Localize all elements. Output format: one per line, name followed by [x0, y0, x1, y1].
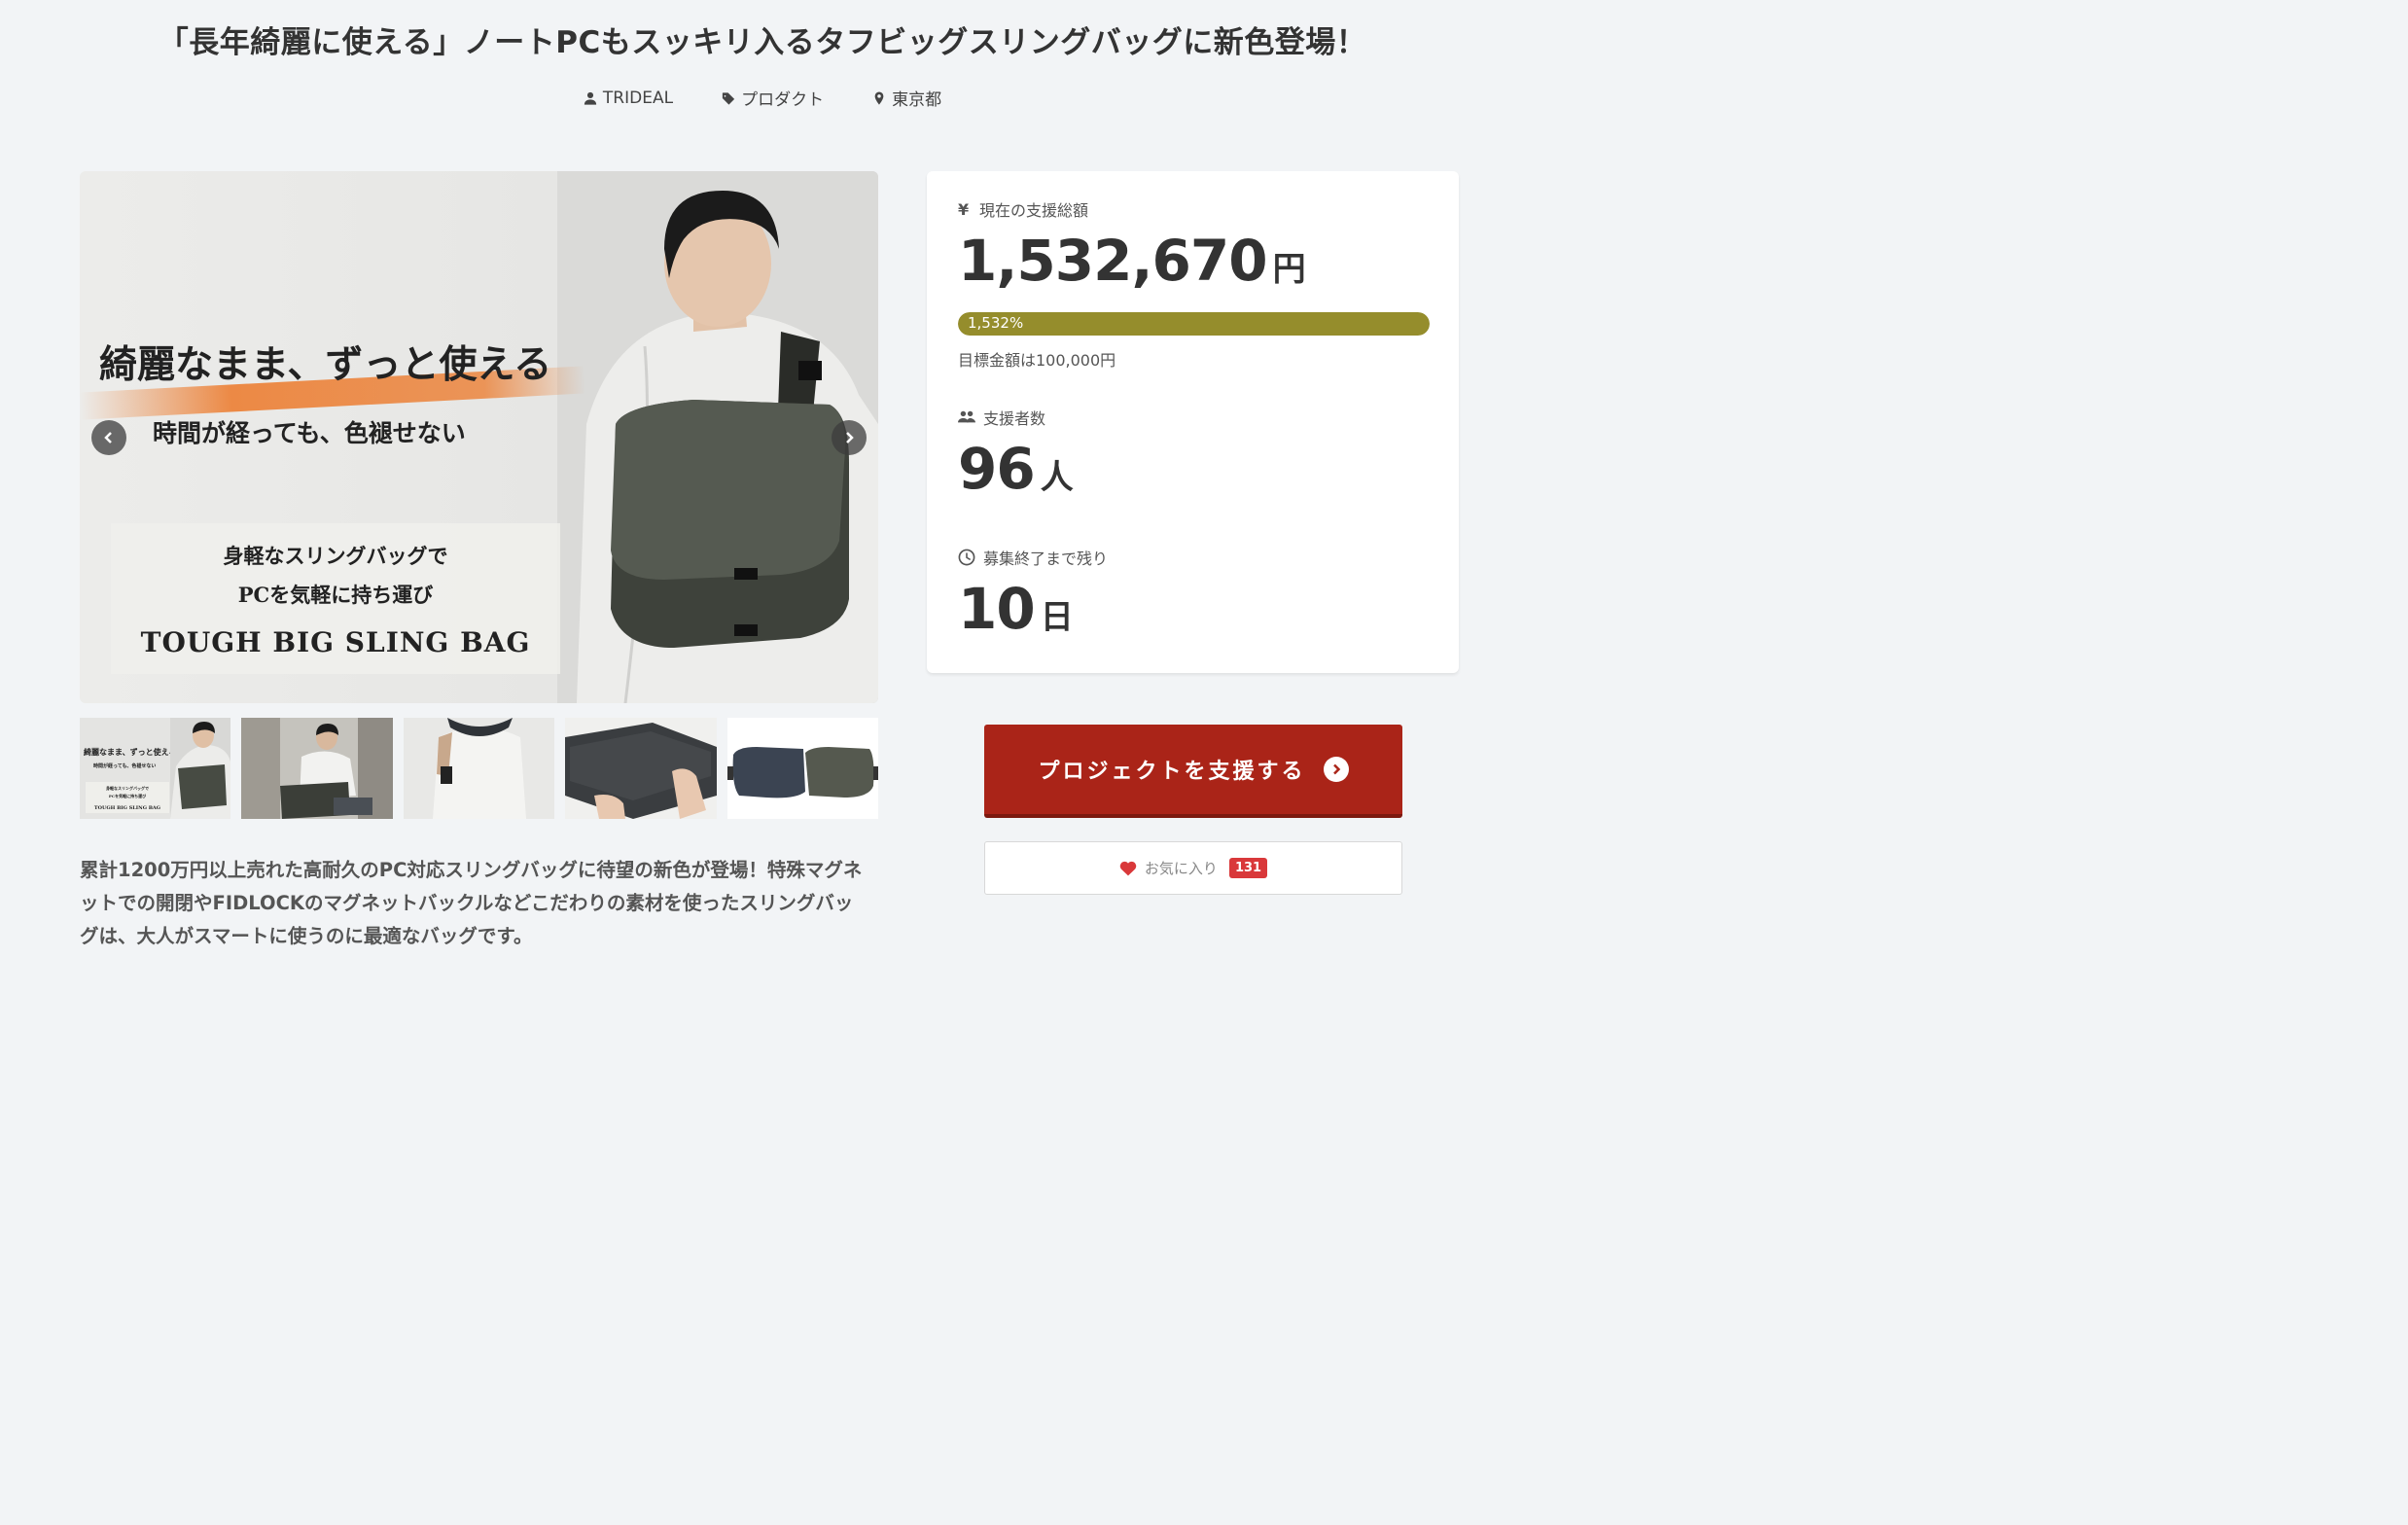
heart-icon: [1119, 861, 1137, 875]
amount-value: 1,532,670 円: [958, 228, 1306, 294]
owner-name: TRIDEAL: [602, 88, 674, 108]
thumbnail-3-model-wearing-bag-image: [403, 718, 555, 819]
location-pin-icon: [874, 90, 884, 105]
user-icon: [584, 91, 597, 105]
thumbnail-4[interactable]: [565, 718, 717, 819]
project-description: 累計1200万円以上売れた高耐久のPC対応スリングバッグに待望の新色が登場！特殊…: [80, 859, 863, 947]
funding-progress-fill: [958, 312, 1430, 336]
chevron-right-icon: [846, 432, 854, 443]
arrow-right-circle-icon: [1323, 757, 1349, 782]
remaining-label-text: 募集終了まで残り: [983, 550, 1109, 568]
thumbnail-1-caption-3: 身軽なスリングバッグで: [106, 786, 149, 791]
owner-link[interactable]: TRIDEAL: [584, 86, 673, 110]
thumbnail-1-model-illustration: [170, 718, 231, 819]
location-link[interactable]: 東京都: [872, 86, 941, 110]
supporters-unit: 人: [1040, 458, 1074, 497]
yen-icon: ¥: [958, 199, 970, 219]
support-button-label: プロジェクトを支援する: [1038, 760, 1306, 784]
thumbnail-2[interactable]: [241, 718, 393, 819]
remaining-value: 10 日: [958, 576, 1074, 642]
image-caption-box: 身軽なスリングバッグで PCを気軽に持ち運び TOUGH BIG SLING B…: [111, 523, 560, 674]
carousel-prev-button[interactable]: [91, 420, 126, 455]
chevron-left-icon: [104, 432, 112, 443]
remaining-label: 募集終了まで残り: [958, 546, 1108, 569]
people-icon: [958, 410, 975, 423]
location-name: 東京都: [892, 90, 942, 110]
funding-progress-bar: 1,532%: [958, 312, 1430, 336]
amount-label: ¥ 現在の支援総額: [958, 197, 1088, 221]
image-caption-line-1: 身軽なスリングバッグで: [223, 544, 448, 568]
amount-label-text: 現在の支援総額: [979, 201, 1089, 220]
supporters-label: 支援者数: [958, 406, 1045, 429]
stats-panel: ¥ 現在の支援総額 1,532,670 円 1,532% 目標金額は100,000…: [927, 171, 1459, 673]
thumbnail-strip: 綺麗なまま、ずっと使える 時間が経っても、色褪せない 身軽なスリングバッグで P…: [80, 718, 879, 819]
supporters-value: 96 人: [958, 436, 1074, 502]
thumbnail-1-caption-2: 時間が経っても、色褪せない: [93, 763, 157, 769]
supporters-number: 96: [958, 436, 1036, 502]
image-headline: 綺麗なまま、ずっと使える: [99, 342, 552, 387]
goal-amount: 目標金額は100,000円: [958, 351, 1116, 370]
thumbnail-4-bag-detail-image: [565, 718, 717, 819]
support-project-button[interactable]: プロジェクトを支援する: [984, 725, 1402, 818]
remaining-unit: 日: [1040, 598, 1074, 637]
remaining-number: 10: [958, 576, 1036, 642]
favorite-button[interactable]: お気に入り 131: [984, 841, 1402, 895]
page-title: 「長年綺麗に使える」ノートPCもスッキリ入るタフビッグスリングバッグに新色登場！: [158, 25, 1367, 60]
thumbnail-1-caption-5: TOUGH BIG SLING BAG: [93, 805, 161, 811]
thumbnail-1-caption-1: 綺麗なまま、ずっと使える: [84, 747, 177, 757]
category-link[interactable]: プロダクト: [722, 86, 824, 110]
project-meta: TRIDEAL プロダクト 東京都: [0, 86, 1525, 110]
category-name: プロダクト: [741, 90, 825, 110]
thumbnail-2-seated-model-image: [241, 718, 393, 819]
funding-progress-text: 1,532%: [968, 314, 1024, 332]
supporters-label-text: 支援者数: [983, 409, 1046, 428]
thumbnail-3[interactable]: [403, 718, 555, 819]
amount-unit: 円: [1272, 250, 1306, 289]
favorite-count-badge: 131: [1228, 858, 1268, 878]
thumbnail-1-caption-box: 身軽なスリングバッグで PCを気軽に持ち運び TOUGH BIG SLING B…: [86, 782, 169, 813]
image-caption-line-2: PCを気軽に持ち運び: [237, 583, 434, 607]
model-with-sling-bag-illustration: [557, 171, 878, 703]
image-caption-product-name: TOUGH BIG SLING BAG: [140, 626, 531, 658]
clock-icon: [958, 549, 975, 566]
thumbnail-1-caption-4: PCを気軽に持ち運び: [108, 794, 147, 798]
favorite-label: お気に入り: [1144, 860, 1218, 877]
thumbnail-5-bag-colors-image: [726, 718, 879, 819]
thumbnail-5[interactable]: [726, 718, 879, 819]
main-project-image: 綺麗なまま、ずっと使える 時間が経っても、色褪せない 身軽なスリングバッグで P…: [80, 171, 878, 703]
thumbnail-1[interactable]: 綺麗なまま、ずっと使える 時間が経っても、色褪せない 身軽なスリングバッグで P…: [80, 718, 231, 819]
image-subheadline: 時間が経っても、色褪せない: [153, 419, 466, 447]
amount-number: 1,532,670: [958, 228, 1268, 294]
carousel-next-button[interactable]: [832, 420, 867, 455]
tag-icon: [722, 91, 735, 105]
